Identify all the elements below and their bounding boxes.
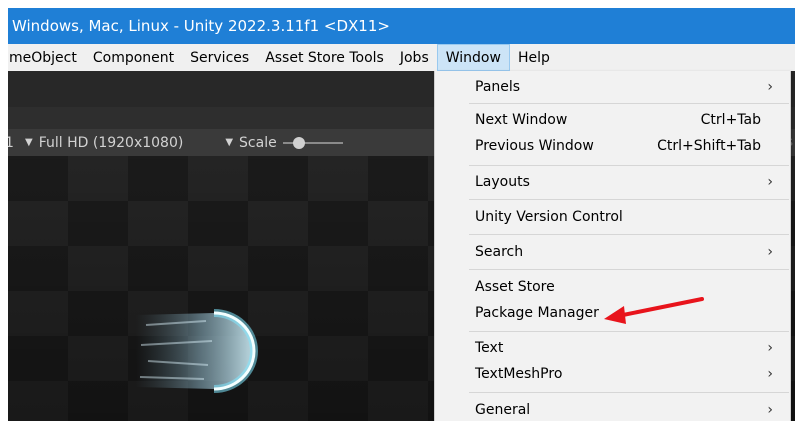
menu-item-textmeshpro[interactable]: TextMeshPro › (435, 362, 790, 386)
menu-separator (469, 392, 789, 393)
menu-separator (469, 103, 789, 104)
menu-item-text[interactable]: Text › (435, 336, 790, 360)
menu-separator (469, 199, 789, 200)
chevron-right-icon: › (767, 402, 773, 418)
resolution-dropdown[interactable]: Full HD (1920x1080) (39, 135, 184, 151)
menu-help[interactable]: Help (510, 44, 558, 71)
annotation-arrow-icon (604, 297, 704, 324)
menu-component[interactable]: Component (85, 44, 182, 71)
menu-asset-store-tools[interactable]: Asset Store Tools (257, 44, 392, 71)
window-title: Windows, Mac, Linux - Unity 2022.3.11f1 … (12, 17, 390, 35)
menu-item-search[interactable]: Search › (435, 240, 790, 264)
scale-slider-handle[interactable] (292, 136, 305, 149)
menu-separator (469, 331, 789, 332)
menu-gameobject[interactable]: meObject (8, 44, 85, 71)
menu-item-panels[interactable]: Panels › (435, 75, 790, 99)
menu-item-previous-window[interactable]: Previous Window Ctrl+Shift+Tab (435, 134, 790, 158)
menu-separator (469, 269, 789, 270)
window-menu-dropdown: Panels › Next Window Ctrl+Tab Previous W… (434, 71, 791, 421)
menu-services[interactable]: Services (182, 44, 257, 71)
menu-jobs[interactable]: Jobs (392, 44, 437, 71)
shortcut-label: Ctrl+Shift+Tab (657, 138, 761, 154)
chevron-down-icon[interactable]: ▼ (225, 137, 233, 148)
menu-item-next-window[interactable]: Next Window Ctrl+Tab (435, 108, 790, 132)
chevron-down-icon[interactable]: ▼ (25, 137, 33, 148)
window-titlebar: Windows, Mac, Linux - Unity 2022.3.11f1 … (8, 8, 795, 44)
chevron-right-icon: › (767, 244, 773, 260)
chevron-right-icon: › (767, 174, 773, 190)
chevron-right-icon: › (767, 340, 773, 356)
scale-label: Scale (239, 134, 277, 151)
main-menubar: meObject Component Services Asset Store … (8, 44, 795, 71)
menu-item-layouts[interactable]: Layouts › (435, 170, 790, 194)
menu-item-general[interactable]: General › (435, 398, 790, 421)
display-number[interactable]: 1 (8, 135, 14, 151)
shortcut-label: Ctrl+Tab (700, 112, 761, 128)
menu-window[interactable]: Window (436, 44, 510, 71)
menu-separator (469, 165, 789, 166)
menu-item-unity-version-control[interactable]: Unity Version Control (435, 205, 790, 229)
chevron-right-icon: › (767, 366, 773, 382)
comet-effect-image (136, 309, 258, 393)
chevron-right-icon: › (767, 79, 773, 95)
scale-slider[interactable] (282, 136, 343, 149)
menu-separator (469, 234, 789, 235)
